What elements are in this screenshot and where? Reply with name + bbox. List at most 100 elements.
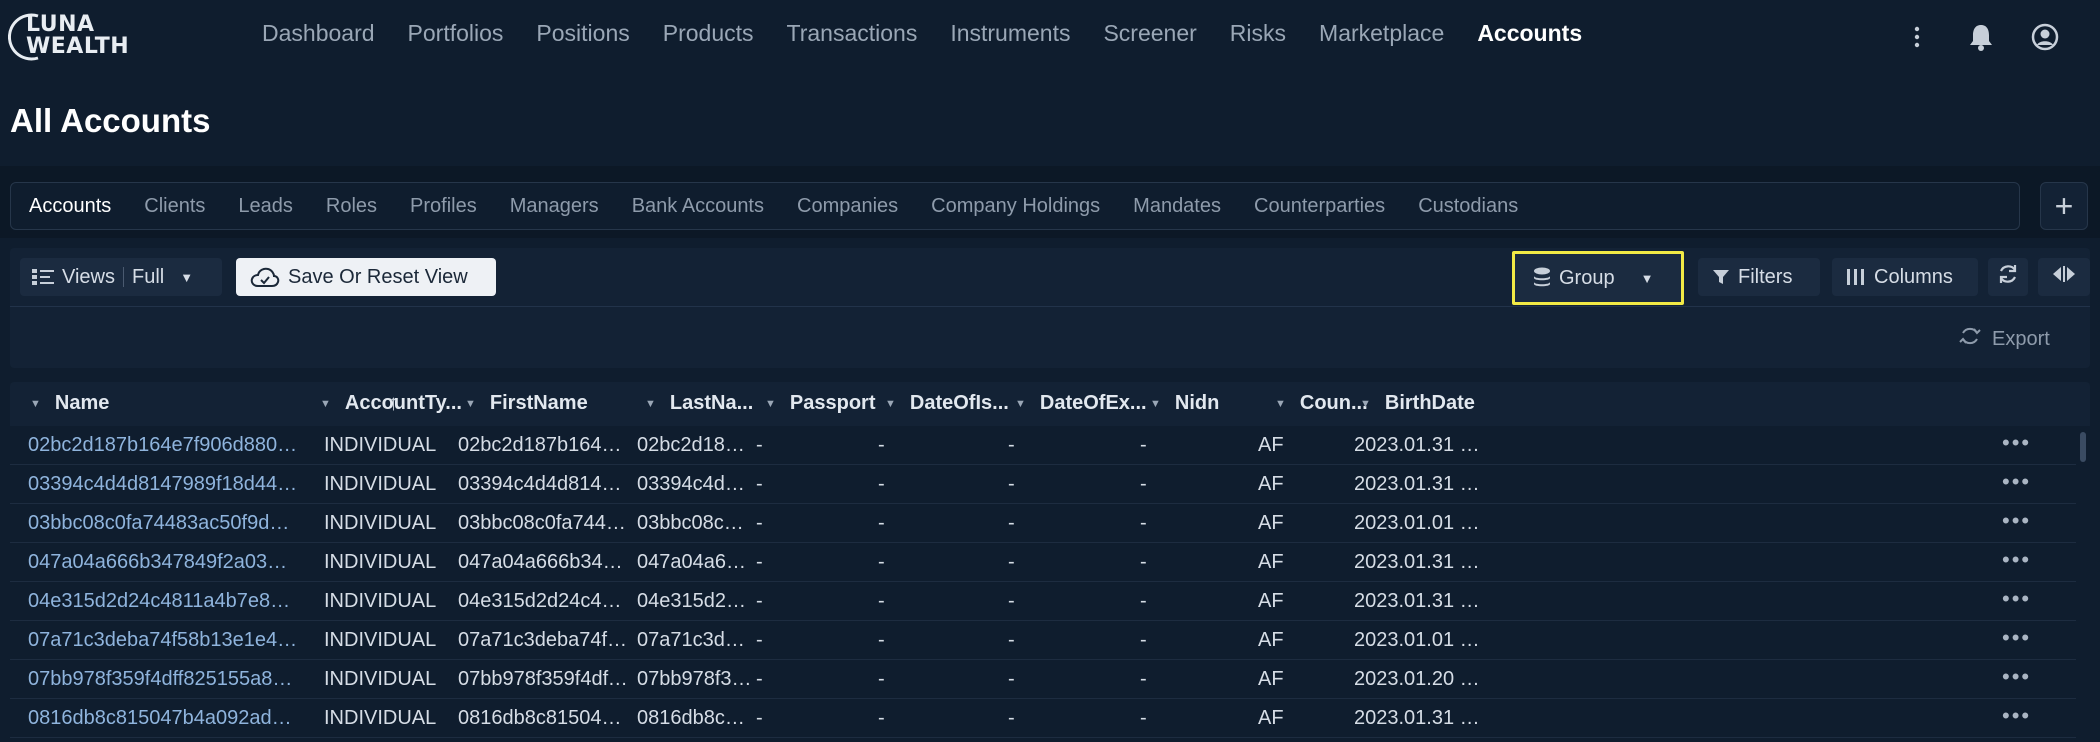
cell-name[interactable]: 07bb978f359f4dff825155a8d8ece900: [28, 668, 298, 691]
cell-name[interactable]: 0816db8c815047b4a092ad4d03bd8...: [28, 707, 298, 730]
row-actions-icon[interactable]: •••: [2002, 586, 2031, 612]
row-actions-icon[interactable]: •••: [2002, 625, 2031, 651]
add-tab-button[interactable]: +: [2040, 182, 2088, 230]
table-row[interactable]: 07a71c3deba74f58b13e1e44bf9f7d0a INDIVIDU…: [10, 621, 2076, 660]
table-row[interactable]: 03bbc08c0fa74483ac50f9d6493ba7... INDIVID…: [10, 504, 2076, 543]
cell-name[interactable]: 02bc2d187b164e7f906d880ae396f58...: [28, 434, 298, 457]
bell-icon[interactable]: [1966, 22, 1996, 52]
column-resize-button[interactable]: [2038, 258, 2090, 296]
column-menu-caret-icon[interactable]: ▼: [765, 398, 776, 410]
cell-firstname: 02bc2d187b164e7f90...: [458, 434, 628, 456]
nav-item-risks[interactable]: Risks: [1230, 20, 1286, 47]
tab-roles[interactable]: Roles: [326, 195, 377, 218]
row-actions-icon[interactable]: •••: [2002, 703, 2031, 729]
refresh-button[interactable]: [1988, 258, 2028, 296]
column-menu-caret-icon[interactable]: ▼: [30, 398, 41, 410]
tab-mandates[interactable]: Mandates: [1133, 195, 1221, 218]
nav-item-accounts[interactable]: Accounts: [1477, 20, 1582, 47]
column-header-lastna[interactable]: ▼ LastNa...: [645, 392, 753, 415]
column-header-firstname[interactable]: ▼ FirstName: [465, 392, 588, 415]
row-actions-icon[interactable]: •••: [2002, 547, 2031, 573]
nav-item-screener[interactable]: Screener: [1103, 20, 1196, 47]
column-header-dateofis[interactable]: ▼ DateOfIs...: [885, 392, 1009, 415]
table-row[interactable]: 02bc2d187b164e7f906d880ae396f58... INDIVI…: [10, 426, 2076, 465]
column-header-birthdate[interactable]: ▼ BirthDate: [1360, 392, 1475, 415]
cell-name[interactable]: 04e315d2d24c4811a4b7e8dab1e99546: [28, 590, 298, 613]
tab-clients[interactable]: Clients: [144, 195, 205, 218]
column-menu-caret-icon[interactable]: ▼: [1275, 398, 1286, 410]
cell-accountty: INDIVIDUAL: [324, 551, 437, 573]
column-menu-caret-icon[interactable]: ▼: [1360, 398, 1371, 410]
nav-item-products[interactable]: Products: [663, 20, 754, 47]
main-nav: Dashboard Portfolios Positions Products Tran…: [262, 20, 1615, 47]
nav-item-dashboard[interactable]: Dashboard: [262, 20, 375, 47]
column-header-dateofex[interactable]: ▼ DateOfEx...: [1015, 392, 1147, 415]
cell-birthdate: 2023.01.20 00:...: [1354, 668, 1484, 690]
tab-counterparties[interactable]: Counterparties: [1254, 195, 1385, 218]
cell-name[interactable]: 07a71c3deba74f58b13e1e44bf9f7d0a: [28, 629, 298, 652]
save-or-reset-view-button[interactable]: Save Or Reset View: [236, 258, 496, 296]
row-actions-icon[interactable]: •••: [2002, 430, 2031, 456]
cell-dateofex: -: [1008, 590, 1015, 612]
column-header-coun[interactable]: ▼ Coun...: [1275, 392, 1368, 415]
nav-item-portfolios[interactable]: Portfolios: [408, 20, 504, 47]
group-button[interactable]: Group ▼: [1512, 251, 1684, 305]
tab-leads[interactable]: Leads: [238, 195, 293, 218]
cell-name[interactable]: 03394c4d4d8147989f18d44b97e78c11: [28, 473, 298, 496]
column-header-label: Name: [54, 392, 110, 414]
cell-name[interactable]: 03bbc08c0fa74483ac50f9d6493ba7...: [28, 512, 298, 535]
row-actions-icon[interactable]: •••: [2002, 469, 2031, 495]
column-menu-caret-icon[interactable]: ▼: [1150, 398, 1161, 410]
column-menu-caret-icon[interactable]: ▼: [320, 398, 331, 410]
tab-managers[interactable]: Managers: [510, 195, 599, 218]
nav-item-positions[interactable]: Positions: [536, 20, 629, 47]
tab-bank-accounts[interactable]: Bank Accounts: [632, 195, 764, 218]
refresh-icon: [1997, 263, 2019, 291]
column-menu-caret-icon[interactable]: ▼: [885, 398, 896, 410]
export-button[interactable]: Export: [1958, 324, 2050, 354]
views-dropdown[interactable]: Views Full ▼: [20, 258, 222, 296]
plus-icon: +: [2054, 187, 2074, 224]
tab-custodians[interactable]: Custodians: [1418, 195, 1518, 218]
table-row[interactable]: 047a04a666b347849f2a033e3f4140d... INDIVI…: [10, 543, 2076, 582]
luna-wealth-logo[interactable]: LUNA WEALTH: [8, 10, 129, 66]
tab-profiles[interactable]: Profiles: [410, 195, 477, 218]
table-row[interactable]: 0816db8c815047b4a092ad4d03bd8... INDIVIDU…: [10, 699, 2076, 738]
column-header-nidn[interactable]: ▼ Nidn: [1150, 392, 1219, 415]
table-row[interactable]: 07bb978f359f4dff825155a8d8ece900 INDIVIDU…: [10, 660, 2076, 699]
cell-nidn: -: [1140, 707, 1147, 729]
logo-text: LUNA WEALTH: [26, 14, 129, 58]
views-separator: [123, 267, 124, 287]
cell-dateofis: -: [878, 590, 885, 612]
user-circle-icon[interactable]: [2030, 22, 2060, 52]
list-icon: [32, 268, 54, 286]
cell-birthdate: 2023.01.31 00:...: [1354, 590, 1484, 612]
column-menu-caret-icon[interactable]: ▼: [465, 398, 476, 410]
sort-ascending-icon[interactable]: ↑: [388, 390, 399, 416]
columns-icon: [1846, 268, 1866, 286]
cell-passport: -: [756, 668, 763, 690]
nav-item-transactions[interactable]: Transactions: [787, 20, 918, 47]
table-row[interactable]: 04e315d2d24c4811a4b7e8dab1e99546 INDIVIDU…: [10, 582, 2076, 621]
column-header-label: LastNa...: [669, 392, 754, 414]
row-actions-icon[interactable]: •••: [2002, 508, 2031, 534]
column-header-passport[interactable]: ▼ Passport: [765, 392, 875, 415]
table-row[interactable]: 03394c4d4d8147989f18d44b97e78c11 INDIVIDU…: [10, 465, 2076, 504]
column-menu-caret-icon[interactable]: ▼: [645, 398, 656, 410]
filters-button[interactable]: Filters: [1698, 258, 1820, 296]
column-header-label: Passport: [789, 392, 876, 414]
cell-accountty: INDIVIDUAL: [324, 590, 437, 612]
nav-item-marketplace[interactable]: Marketplace: [1319, 20, 1444, 47]
columns-button[interactable]: Columns: [1832, 258, 1978, 296]
column-header-name[interactable]: ▼ Name: [30, 392, 109, 415]
nav-item-instruments[interactable]: Instruments: [950, 20, 1070, 47]
cell-name[interactable]: 047a04a666b347849f2a033e3f4140d...: [28, 551, 298, 574]
tab-company-holdings[interactable]: Company Holdings: [931, 195, 1100, 218]
tab-companies[interactable]: Companies: [797, 195, 898, 218]
more-vertical-icon[interactable]: [1902, 22, 1932, 52]
vertical-scrollbar[interactable]: [2080, 432, 2086, 462]
column-header-label: AccountTy...: [344, 392, 462, 414]
tab-accounts[interactable]: Accounts: [29, 195, 111, 218]
column-menu-caret-icon[interactable]: ▼: [1015, 398, 1026, 410]
row-actions-icon[interactable]: •••: [2002, 664, 2031, 690]
